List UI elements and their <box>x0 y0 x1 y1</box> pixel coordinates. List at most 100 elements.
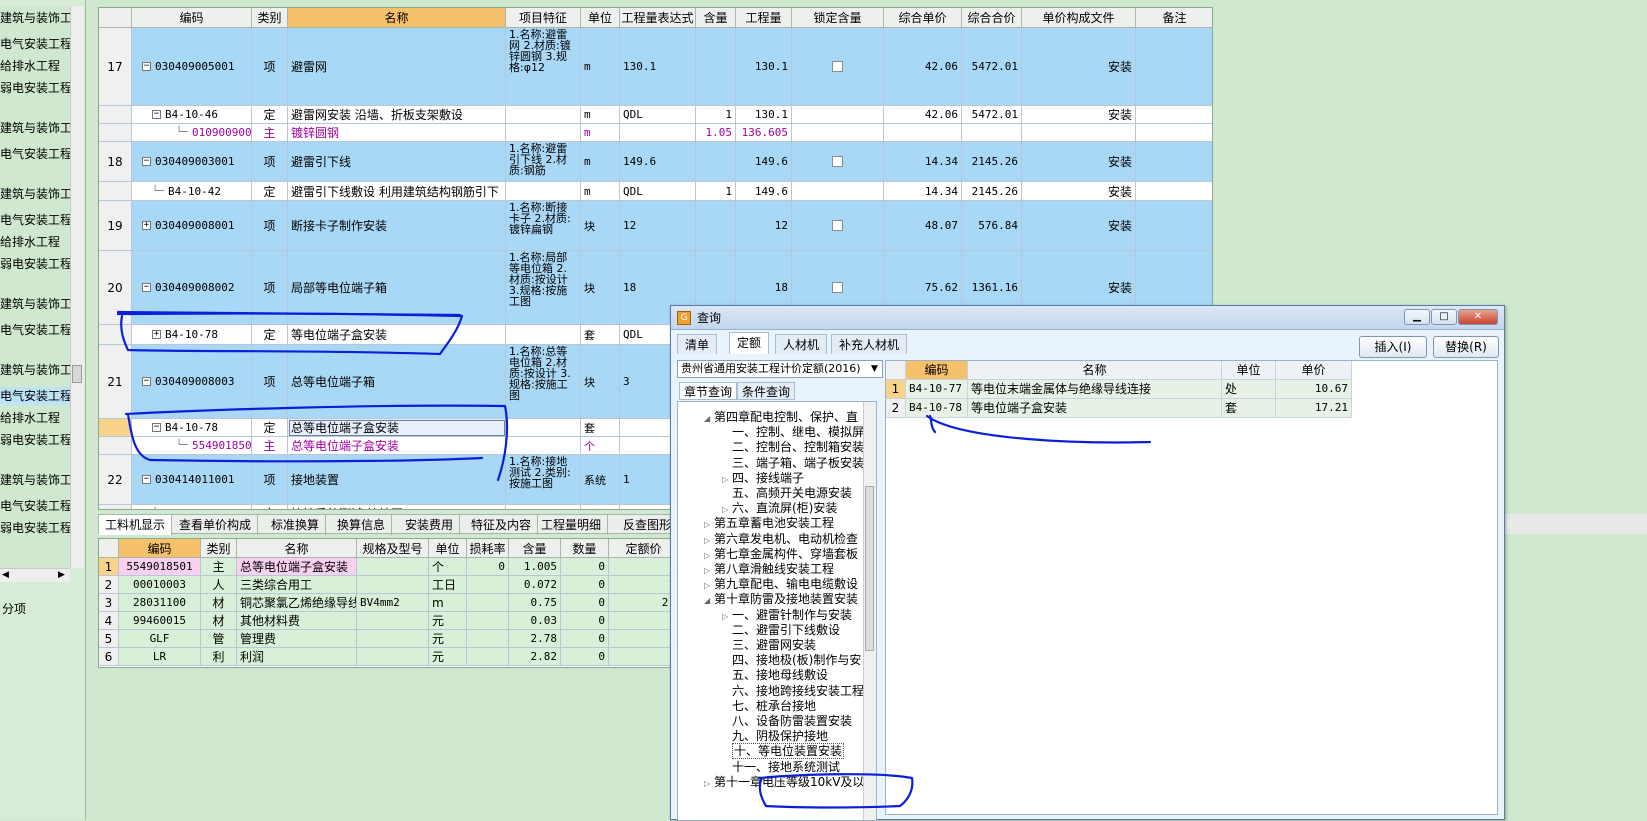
resource-cell-qty[interactable]: 0 <box>561 558 609 576</box>
resource-cell-qty[interactable]: 0 <box>561 648 609 666</box>
bill-cell-total[interactable]: 5472.01 <box>962 28 1022 106</box>
bill-cell-unit[interactable]: 块 <box>581 201 620 251</box>
bill-cell-code[interactable]: + B4-10-78 <box>132 325 252 345</box>
lock-checkbox[interactable] <box>832 156 843 167</box>
bill-cell-no[interactable]: 20 <box>99 251 132 325</box>
resource-cell-code[interactable]: LR <box>119 648 201 666</box>
bill-cell-total[interactable]: 5472.01 <box>962 106 1022 124</box>
resource-cell-type[interactable]: 主 <box>201 558 237 576</box>
resource-cell-name[interactable]: 其他材料费 <box>237 612 357 630</box>
bill-cell-feature[interactable]: 1.名称:接地测试 2.类别:按施工图 <box>506 455 581 505</box>
column-header[interactable]: 编码 <box>132 8 252 28</box>
resource-cell-spec[interactable] <box>357 558 429 576</box>
scroll-left-icon[interactable]: ◀ <box>2 570 9 580</box>
expand-arrow-icon[interactable]: ▷ <box>722 502 732 517</box>
resource-cell-qty[interactable]: 0 <box>561 576 609 594</box>
collapse-icon[interactable]: − <box>142 283 151 292</box>
lock-checkbox[interactable] <box>832 282 843 293</box>
bill-cell-code[interactable]: └─ B4-10-42 <box>132 182 252 201</box>
bill-cell-feature[interactable] <box>506 124 581 142</box>
bill-cell-type[interactable]: 定 <box>252 182 288 201</box>
resource-cell-spec[interactable] <box>357 612 429 630</box>
chapter-tree-node[interactable]: ▷ 四、接线端子 <box>722 471 804 486</box>
expand-arrow-icon[interactable]: ▷ <box>704 533 714 548</box>
bill-cell-no[interactable] <box>99 182 132 201</box>
detail-tab[interactable]: 安装费用 <box>399 515 461 535</box>
chapter-tree-node[interactable]: 五、接地母线敷设 <box>722 668 828 683</box>
column-header[interactable]: 名称 <box>288 8 506 28</box>
resource-cell-spec[interactable] <box>357 630 429 648</box>
bill-cell-type[interactable]: 项 <box>252 201 288 251</box>
bill-cell-content[interactable] <box>696 28 736 106</box>
column-header[interactable]: 单位 <box>581 8 620 28</box>
bill-cell-lock[interactable] <box>792 124 884 142</box>
resource-cell-content[interactable]: 0.03 <box>509 612 561 630</box>
bill-cell-feature[interactable] <box>506 182 581 201</box>
tree-scroll-thumb[interactable] <box>72 365 82 383</box>
chapter-tree-node[interactable]: 三、避雷网安装 <box>722 638 816 653</box>
resource-cell-loss[interactable] <box>467 594 509 612</box>
detail-tab[interactable]: 反查图形 <box>617 515 679 535</box>
chapter-tree-node[interactable]: 一、控制、继电、模拟屏 <box>722 425 864 440</box>
bill-cell-name[interactable]: 镀锌圆钢 <box>288 124 506 142</box>
bill-cell-type[interactable]: 定 <box>252 106 288 124</box>
bill-cell-lock[interactable] <box>792 201 884 251</box>
bill-cell-remark[interactable] <box>1136 142 1212 182</box>
resource-cell-type[interactable]: 利 <box>201 648 237 666</box>
resource-cell-type[interactable]: 材 <box>201 594 237 612</box>
project-tree-item[interactable]: 建筑与装饰工 <box>0 119 70 137</box>
bill-cell-unit[interactable]: m <box>581 182 620 201</box>
project-tree-item[interactable]: 电气安装工程 <box>0 497 70 515</box>
chapter-tree-node[interactable]: 二、避雷引下线敷设 <box>722 623 840 638</box>
resource-cell-price[interactable]: 1 <box>609 576 677 594</box>
bill-cell-feature[interactable] <box>506 437 581 455</box>
bill-cell-no[interactable] <box>99 124 132 142</box>
chapter-tree-scroll-thumb[interactable] <box>865 486 874 651</box>
resource-cell-name[interactable]: 铜芯聚氯乙烯绝缘导线 <box>237 594 357 612</box>
bill-cell-code[interactable]: − B4-10-78 <box>132 419 252 437</box>
column-header[interactable]: 单位 <box>1222 361 1276 380</box>
tree-horizontal-scrollbar[interactable]: ◀ ▶ <box>0 568 70 582</box>
resource-cell-no[interactable]: 3 <box>99 594 119 612</box>
resource-cell-price[interactable] <box>609 648 677 666</box>
collapse-icon[interactable]: − <box>142 377 151 386</box>
bill-cell-name[interactable]: 避雷引下线 <box>288 142 506 182</box>
lock-checkbox[interactable] <box>832 61 843 72</box>
quota-results-grid[interactable]: 编码 名称 单位 单价 1 B4-10-77 等电位末端金属体与绝缘导线连接处 10.67 2 B… <box>885 360 1498 815</box>
bill-cell-type[interactable]: 项 <box>252 455 288 505</box>
bill-cell-code[interactable]: └─ 01090090​01 <box>132 124 252 142</box>
bill-cell-code[interactable]: +030409008001 <box>132 201 252 251</box>
resource-cell-no[interactable]: 1 <box>99 558 119 576</box>
bill-cell-unit[interactable]: 系统 <box>581 505 620 509</box>
column-header[interactable] <box>886 361 906 380</box>
bill-cell-lock[interactable] <box>792 142 884 182</box>
collapse-icon[interactable]: − <box>152 110 161 119</box>
resource-cell-code[interactable]: 28031100 <box>119 594 201 612</box>
column-header[interactable]: 项目特征 <box>506 8 581 28</box>
resource-cell-no[interactable]: 4 <box>99 612 119 630</box>
project-tree-item[interactable]: 电气安装工程 <box>0 145 70 163</box>
expand-arrow-icon[interactable]: ▷ <box>704 563 714 578</box>
bill-cell-name[interactable]: 局部等电位端子箱 <box>288 251 506 325</box>
bill-cell-file[interactable]: 安装 <box>1022 201 1136 251</box>
bill-cell-unit[interactable]: 块 <box>581 345 620 419</box>
resource-cell-type[interactable]: 人 <box>201 576 237 594</box>
result-cell-name[interactable]: 等电位端子盒安装 <box>968 399 1222 418</box>
bill-cell-name[interactable]: 等电位端子盒安装 <box>288 325 506 345</box>
project-tree-item[interactable]: 电气安装工程 <box>0 35 70 53</box>
bill-cell-code[interactable]: − B4-10-46 <box>132 106 252 124</box>
chapter-tree-node[interactable]: ▷ 第八章滑触线安装工程 <box>704 562 834 577</box>
chapter-tree-node[interactable]: 三、端子箱、端子板安装 <box>722 456 864 471</box>
bill-cell-code[interactable]: −030414011001 <box>132 455 252 505</box>
maximize-button[interactable]: □ <box>1431 309 1457 325</box>
bill-cell-type[interactable]: 定 <box>252 419 288 437</box>
bill-cell-qty[interactable]: 149.6 <box>736 182 792 201</box>
result-cell-unit[interactable]: 套 <box>1222 399 1276 418</box>
column-header[interactable]: 规格及型号 <box>357 539 429 558</box>
resource-cell-spec[interactable] <box>357 576 429 594</box>
column-header[interactable]: 类别 <box>252 8 288 28</box>
chapter-tree-node[interactable]: 十、等电位装置安装 <box>722 743 845 760</box>
bill-cell-qty[interactable]: 130.1 <box>736 106 792 124</box>
column-header[interactable]: 综合单价 <box>884 8 962 28</box>
bill-cell-type[interactable]: 主 <box>252 124 288 142</box>
